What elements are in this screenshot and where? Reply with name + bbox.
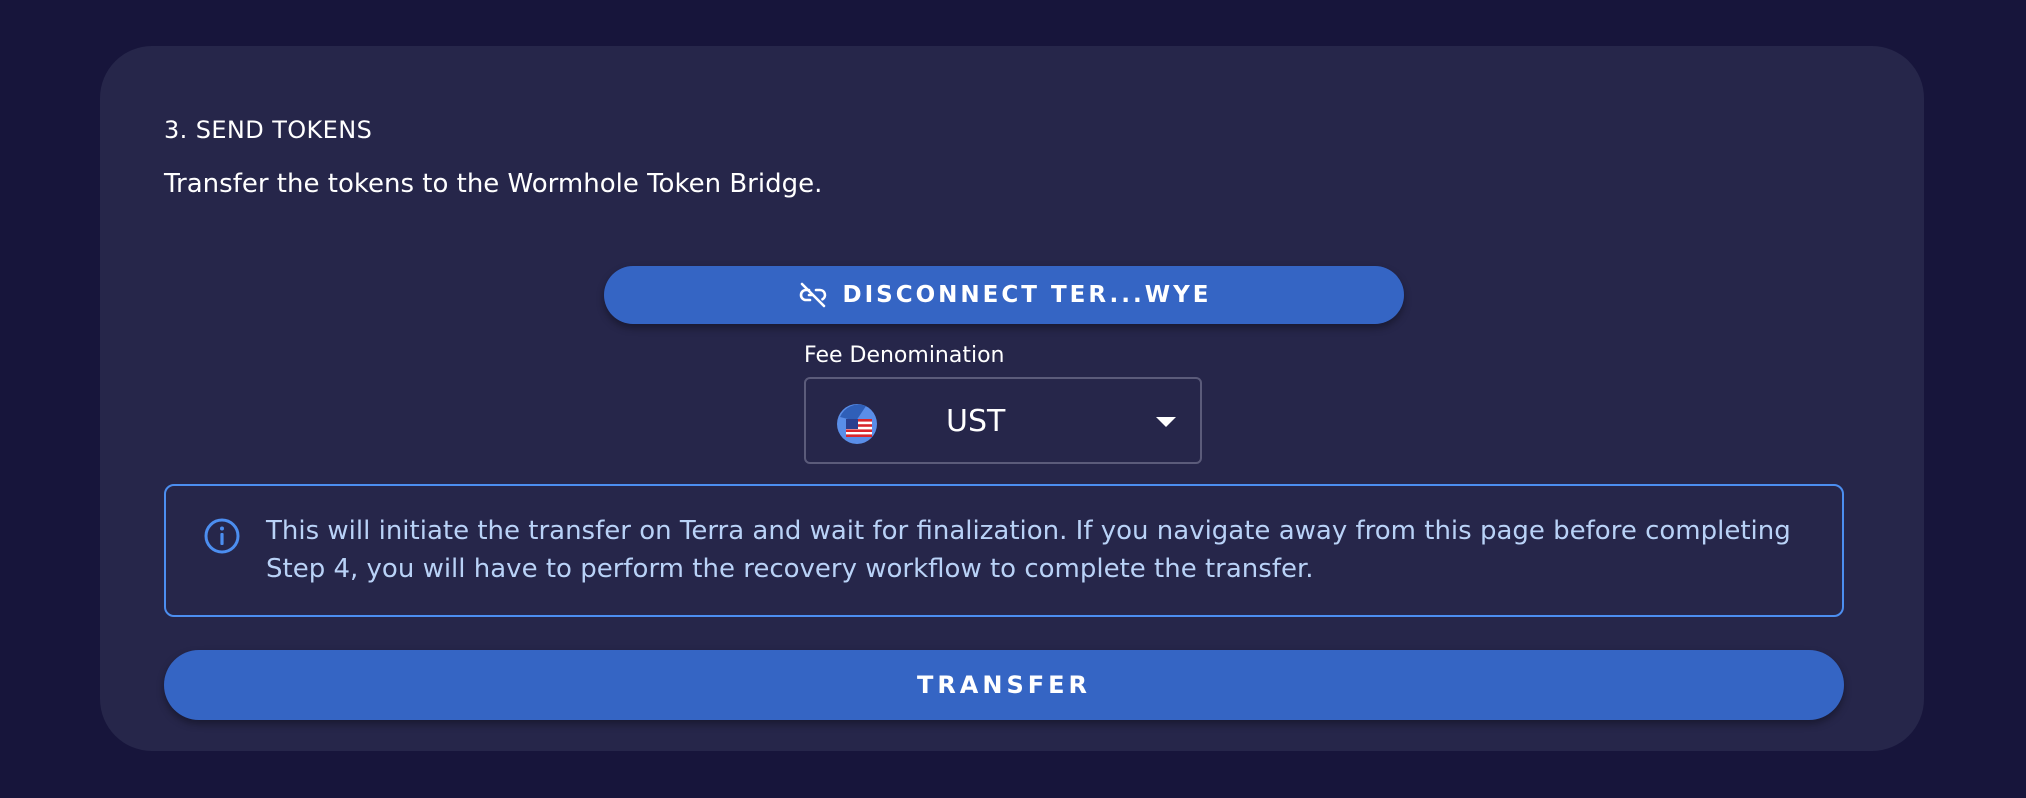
fee-denomination-value: UST <box>946 404 1006 439</box>
disconnect-wallet-label: DISCONNECT TER...WYE <box>842 282 1212 308</box>
link-off-icon <box>797 279 829 311</box>
transfer-button-label: TRANSFER <box>916 671 1092 699</box>
fee-denomination-label: Fee Denomination <box>804 343 1005 368</box>
ust-token-icon <box>836 403 878 445</box>
disconnect-wallet-button[interactable]: DISCONNECT TER...WYE <box>604 266 1404 324</box>
info-icon <box>202 516 242 556</box>
chevron-down-icon <box>1156 417 1176 427</box>
step-title: 3. SEND TOKENS <box>164 116 373 144</box>
transfer-button[interactable]: TRANSFER <box>164 650 1844 720</box>
send-tokens-card: 3. SEND TOKENS Transfer the tokens to th… <box>100 46 1924 751</box>
info-alert: This will initiate the transfer on Terra… <box>164 484 1844 617</box>
info-alert-text: This will initiate the transfer on Terra… <box>266 516 1791 584</box>
fee-denomination-select[interactable]: UST <box>804 377 1202 464</box>
step-description: Transfer the tokens to the Wormhole Toke… <box>164 169 823 199</box>
